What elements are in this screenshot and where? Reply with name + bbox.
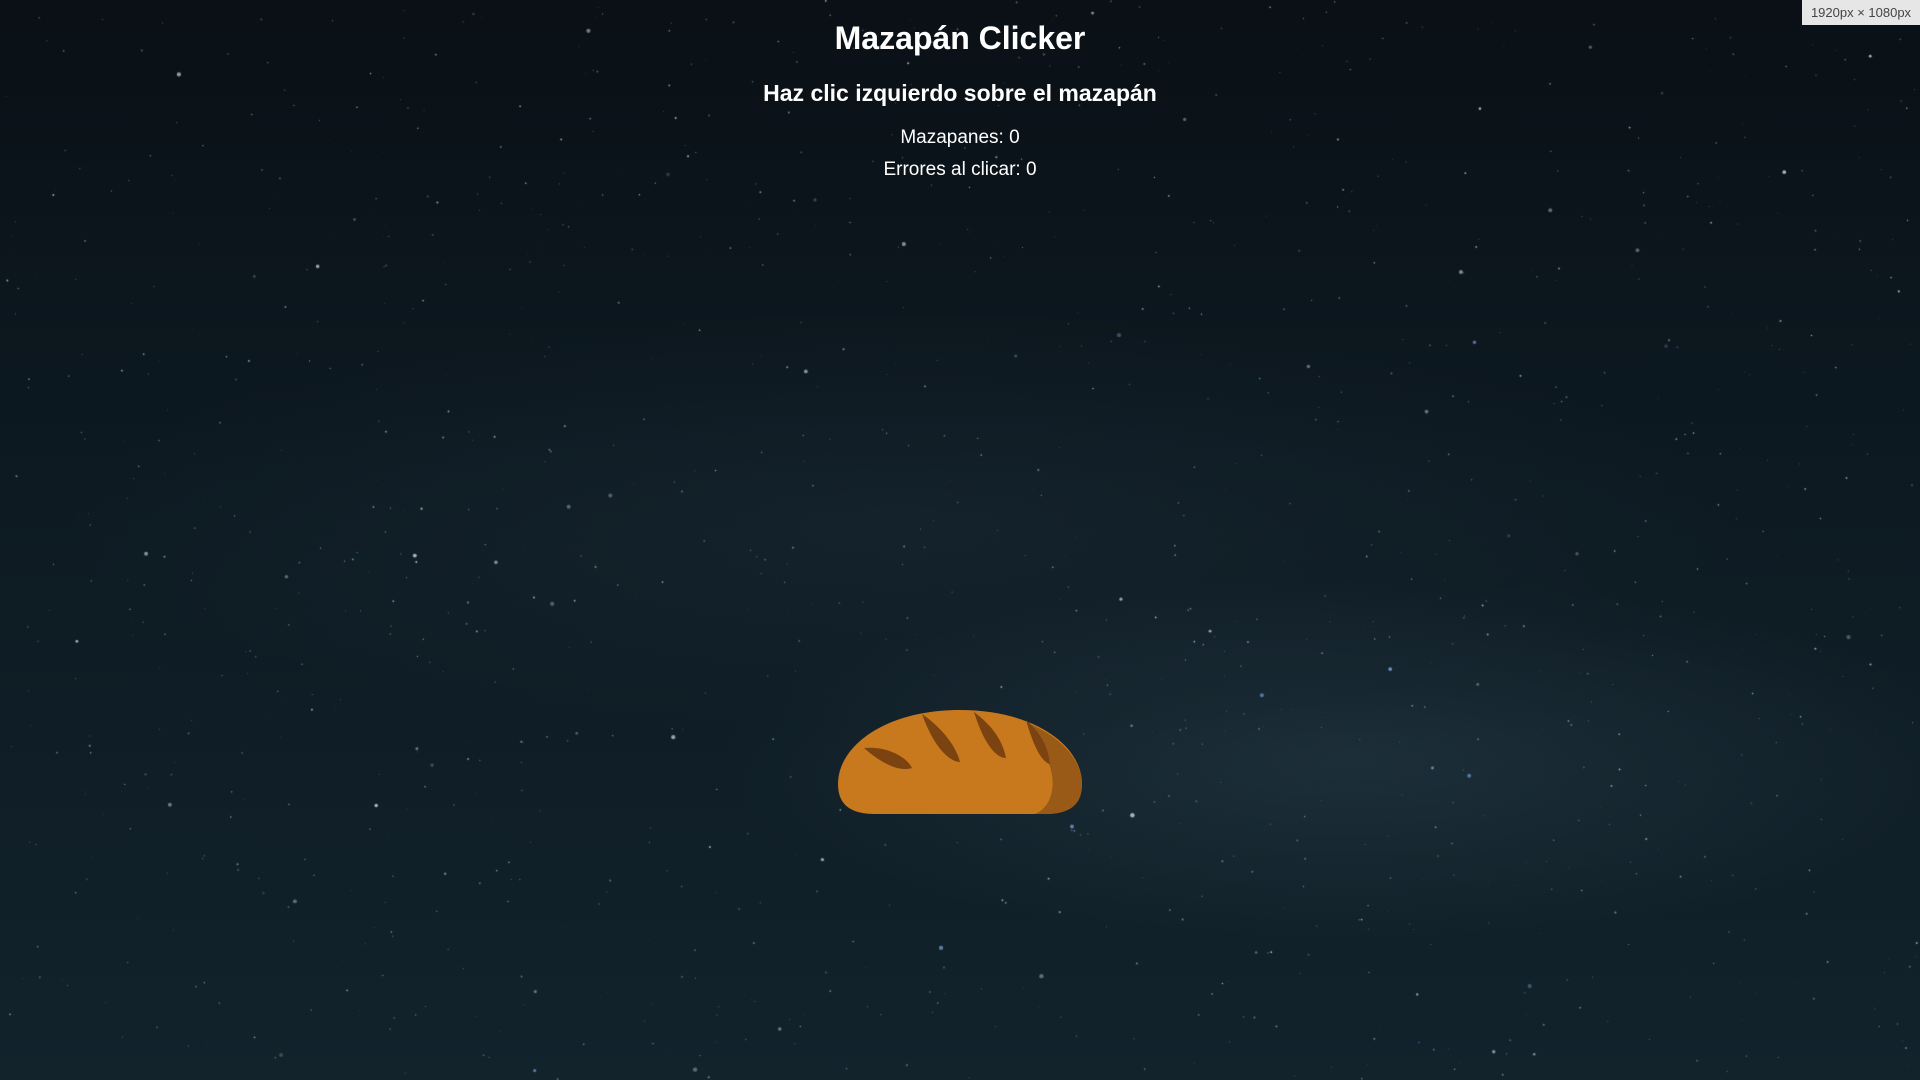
errors-label: Errores al clicar: [883, 159, 1016, 180]
errors-value: 0: [1025, 159, 1037, 180]
game-instruction: Haz clic izquierdo sobre el mazapán: [763, 80, 1157, 106]
bread-icon[interactable]: [830, 706, 1090, 818]
score-counter: Mazapanes: 0: [0, 126, 1920, 150]
score-separator: :: [998, 127, 1010, 148]
game-screen: Mazapán Clicker Haz clic izquierdo sobre…: [0, 0, 1920, 1080]
score-label: Mazapanes: [900, 127, 999, 148]
error-counter: Errores al clicar: 0: [0, 158, 1920, 182]
viewport-size-badge: 1920px × 1080px: [1802, 0, 1920, 25]
errors-separator: :: [1015, 159, 1026, 180]
score-value: 0: [1009, 127, 1020, 148]
game-title: Mazapán Clicker: [834, 20, 1086, 56]
